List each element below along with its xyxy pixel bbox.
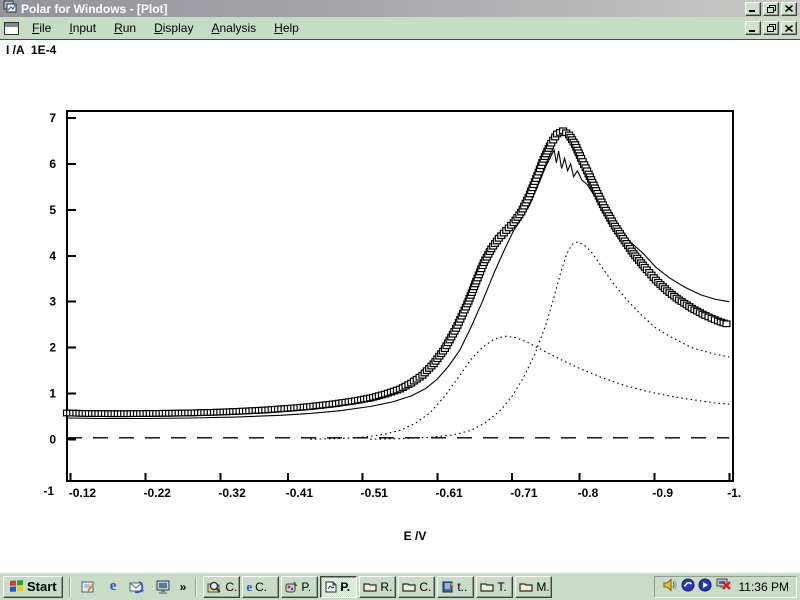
window-titlebar[interactable]: Polar for Windows - [Plot] — [0, 0, 800, 17]
media-player-2-icon[interactable] — [698, 578, 712, 595]
menu-display[interactable]: Display — [145, 18, 202, 38]
taskbar: Start e » C. e C. P. P. R. C. t.. — [0, 572, 800, 600]
search-icon — [207, 580, 222, 593]
svg-text:1: 1 — [49, 387, 56, 401]
svg-text:3: 3 — [49, 295, 56, 309]
task-button-t[interactable]: T. — [476, 576, 513, 598]
task-button-notebook[interactable]: t.. — [437, 576, 474, 598]
task-button-m[interactable]: M. — [515, 576, 552, 598]
menu-file[interactable]: File — [23, 18, 60, 38]
task-button-paint[interactable]: P. — [281, 576, 318, 598]
svg-text:7: 7 — [49, 111, 56, 125]
menu-input[interactable]: Input — [60, 18, 105, 38]
minimize-button[interactable] — [745, 2, 761, 16]
show-desktop-icon[interactable] — [77, 576, 100, 598]
close-button[interactable] — [781, 2, 797, 16]
svg-text:0: 0 — [49, 433, 56, 447]
task-button-r[interactable]: R. — [359, 576, 396, 598]
svg-text:-0.9: -0.9 — [652, 486, 673, 500]
plot-client-area: I /A 1E-4 01234567-1-0.12-0.22-0.32-0.41… — [0, 40, 800, 572]
media-player-icon[interactable] — [681, 578, 695, 595]
menu-help[interactable]: Help — [265, 18, 308, 38]
svg-text:-0.8: -0.8 — [578, 486, 599, 500]
mdi-restore-button[interactable] — [763, 21, 779, 35]
svg-text:6: 6 — [49, 157, 56, 171]
menu-bar: File Input Run Display Analysis Help — [0, 17, 800, 40]
internet-explorer-icon: e — [246, 580, 252, 593]
network-offline-icon[interactable] — [715, 578, 731, 596]
quick-launch-overflow-chevron[interactable]: » — [177, 580, 190, 594]
svg-text:-0.41: -0.41 — [286, 486, 314, 500]
notebook-icon — [441, 581, 454, 593]
outlook-express-icon[interactable] — [127, 576, 150, 598]
system-tray: 11:36 PM — [654, 576, 797, 598]
app-icon — [3, 0, 17, 18]
polar-window-icon — [324, 581, 337, 593]
start-label: Start — [27, 579, 57, 594]
windows-logo-icon — [9, 579, 24, 595]
folder-icon — [480, 581, 494, 592]
svg-text:-1.: -1. — [727, 486, 741, 500]
menu-analysis[interactable]: Analysis — [202, 18, 265, 38]
task-button-internet-explorer[interactable]: e C. — [242, 576, 279, 598]
svg-text:-0.12: -0.12 — [69, 486, 97, 500]
mdi-minimize-button[interactable] — [745, 21, 761, 35]
display-monitor-icon[interactable] — [152, 576, 175, 598]
restore-button[interactable] — [763, 2, 779, 16]
svg-text:2: 2 — [49, 341, 56, 355]
clock[interactable]: 11:36 PM — [739, 580, 789, 594]
svg-text:-0.61: -0.61 — [435, 486, 463, 500]
taskbar-separator — [195, 577, 197, 597]
svg-text:5: 5 — [49, 203, 56, 217]
plot-canvas: 0 1 2 3 4 5 6 7 -1 -0.12 -0.22 -0.32 -0.41 -0.51 -0.61… — [0, 40, 800, 572]
task-button-c[interactable]: C. — [398, 576, 435, 598]
plot-document-icon[interactable] — [4, 22, 19, 35]
internet-explorer-icon[interactable]: e — [102, 576, 125, 598]
start-button[interactable]: Start — [3, 576, 63, 598]
paint-icon — [285, 581, 298, 593]
mdi-close-button[interactable] — [781, 21, 797, 35]
task-button-search-results[interactable]: C. — [203, 576, 240, 598]
svg-text:-0.51: -0.51 — [361, 486, 389, 500]
folder-icon — [402, 581, 416, 592]
svg-text:-0.71: -0.71 — [510, 486, 538, 500]
svg-text:-0.22: -0.22 — [144, 486, 172, 500]
task-button-polar-plot[interactable]: P. — [320, 576, 357, 598]
x-axis-title: E /V — [370, 529, 460, 543]
svg-text:4: 4 — [49, 249, 56, 263]
svg-text:-0.32: -0.32 — [218, 486, 246, 500]
menu-run[interactable]: Run — [105, 18, 145, 38]
folder-icon — [519, 581, 533, 592]
svg-text:-1: -1 — [43, 484, 54, 498]
taskbar-separator — [69, 577, 71, 597]
folder-icon — [363, 581, 377, 592]
window-title: Polar for Windows - [Plot] — [21, 2, 168, 16]
volume-icon[interactable] — [662, 578, 678, 595]
